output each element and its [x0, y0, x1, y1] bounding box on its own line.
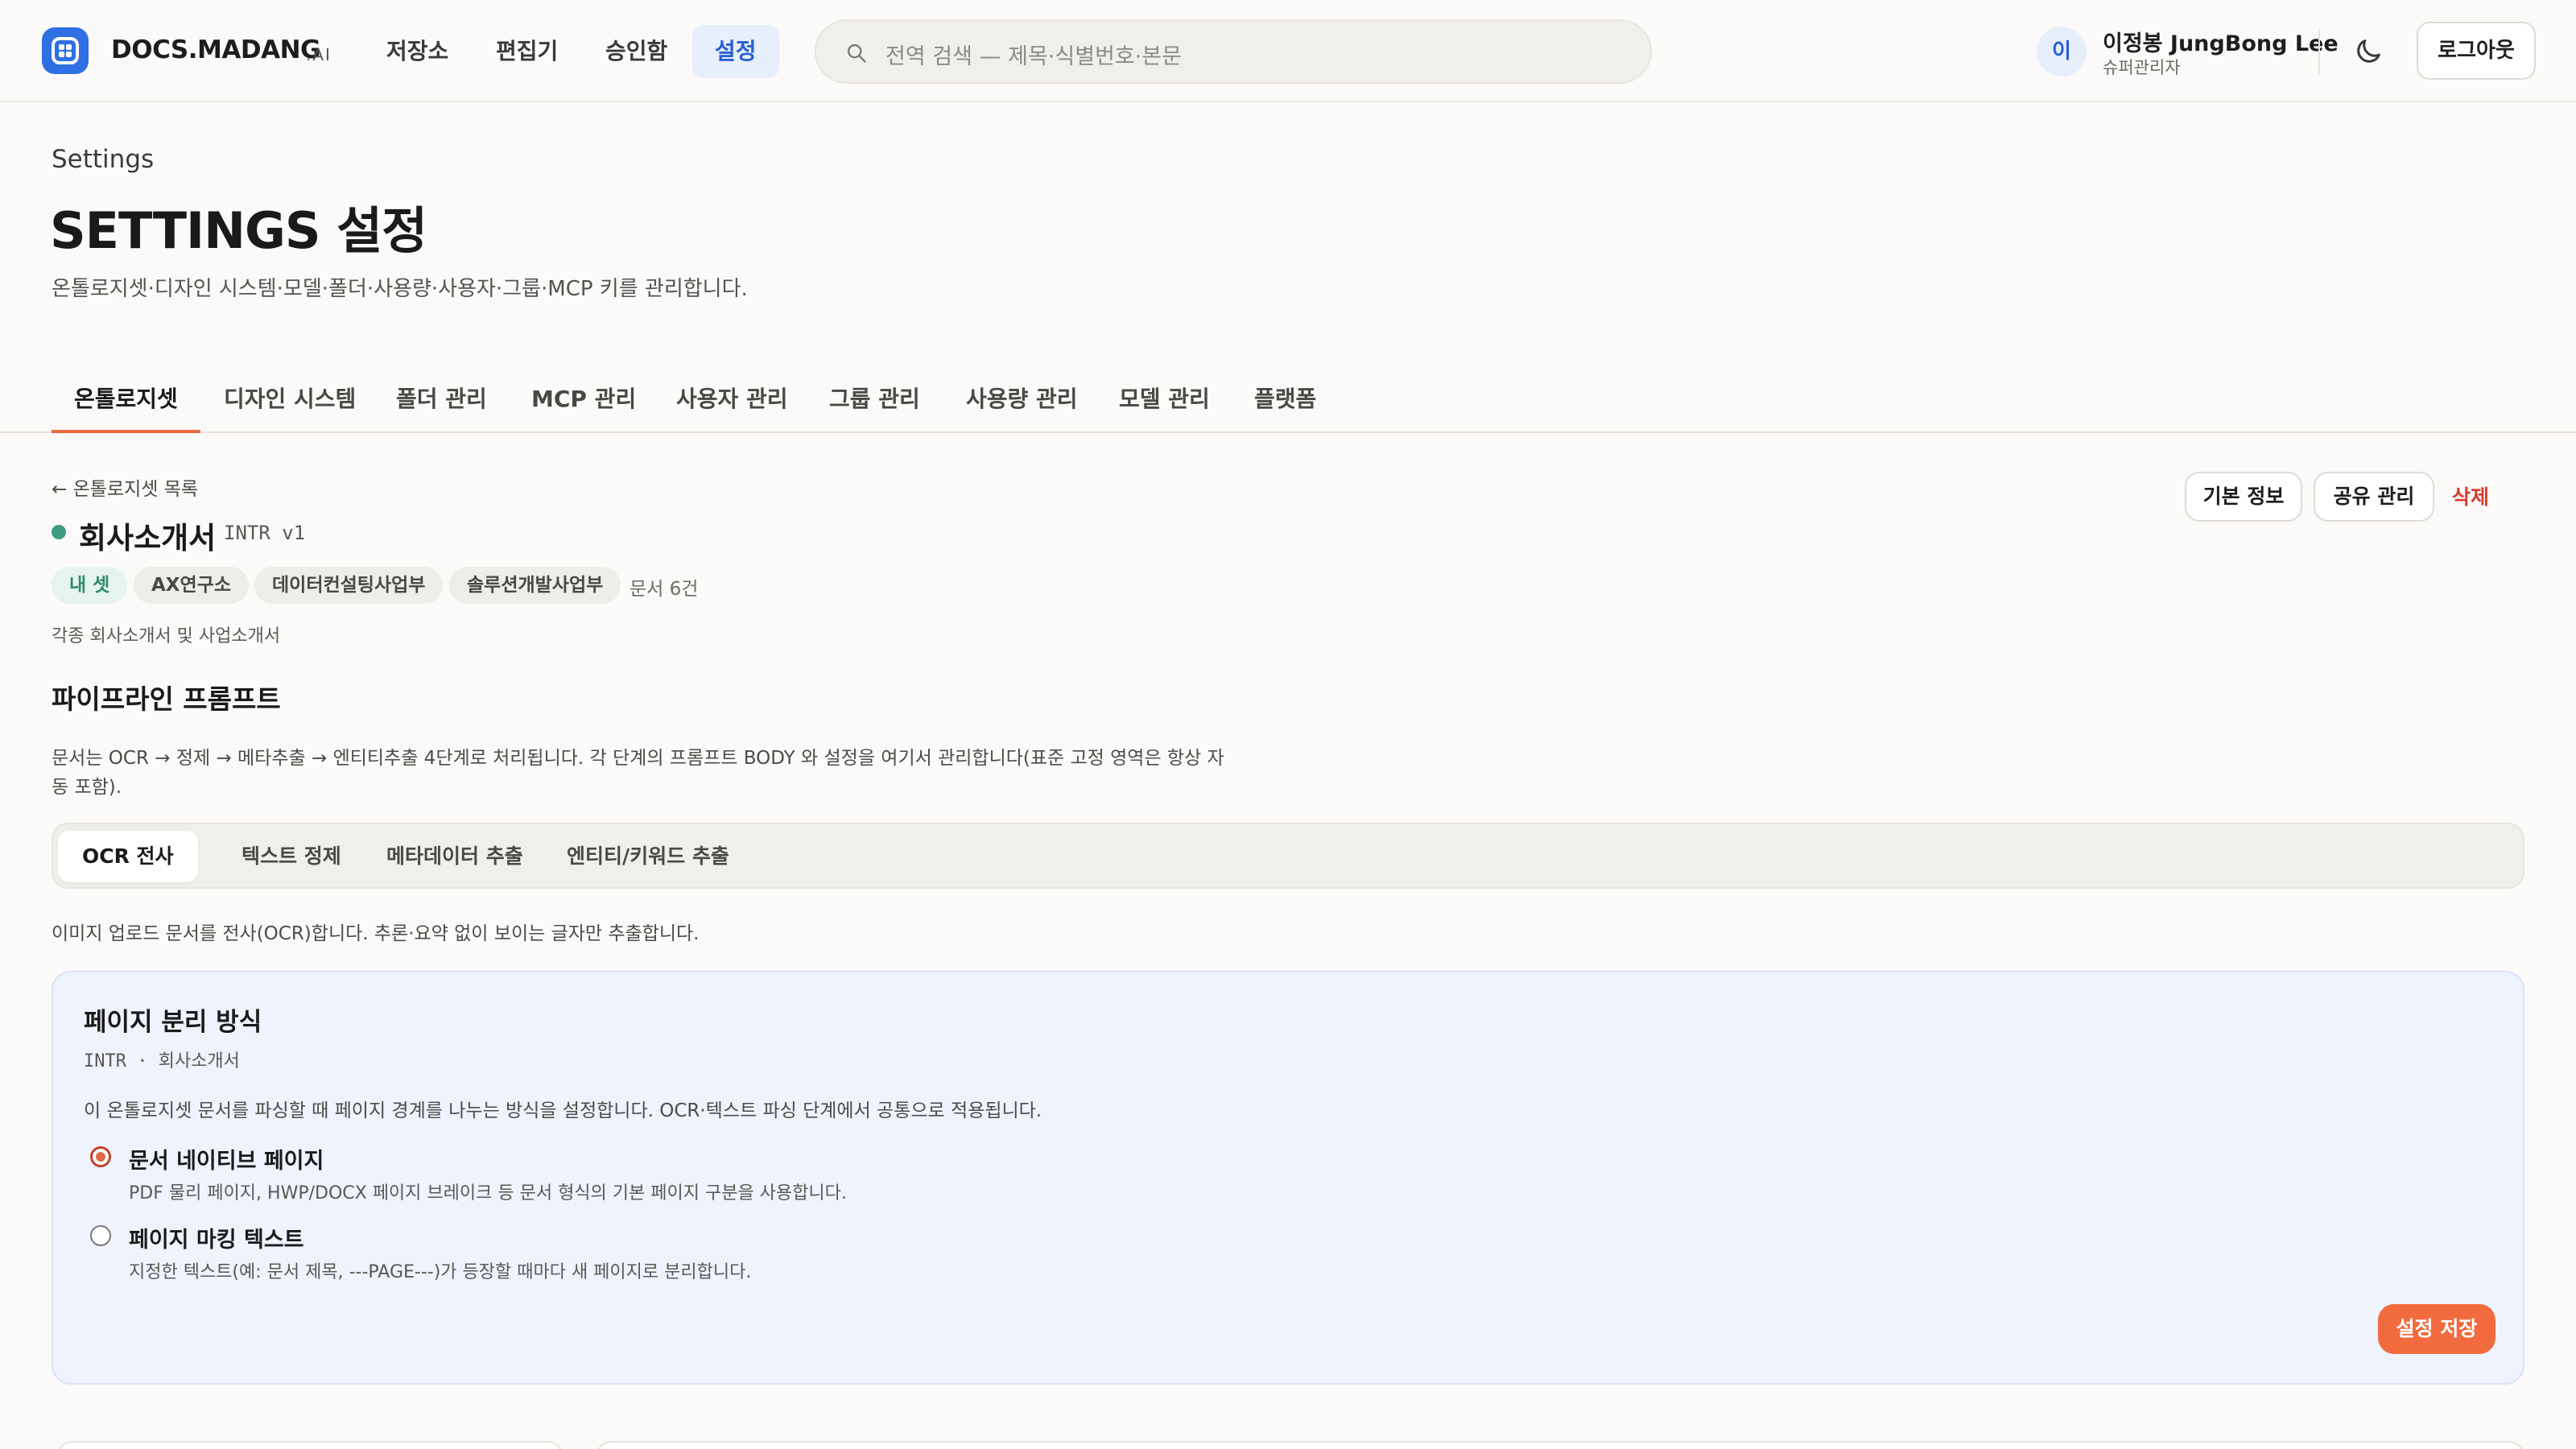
- stage-tab-entity[interactable]: 엔티티/키워드 추출: [543, 831, 753, 882]
- panel-description: 이 온톨로지셋 문서를 파싱할 때 페이지 경계를 나누는 방식을 설정합니다.…: [84, 1100, 1042, 1121]
- ontology-code: INTR v1: [224, 522, 306, 544]
- logout-button[interactable]: 로그아웃: [2417, 22, 2536, 80]
- moon-icon[interactable]: [2352, 35, 2384, 68]
- page-description: 온톨로지셋·디자인 시스템·모델·폴더·사용량·사용자·그룹·MCP 키를 관리…: [52, 277, 748, 301]
- stage-description: 이미지 업로드 문서를 전사(OCR)합니다. 추론·요약 없이 보이는 글자만…: [52, 923, 700, 944]
- status-dot: [52, 525, 66, 539]
- search-input[interactable]: 전역 검색 — 제목·식별번호·본문: [815, 19, 1652, 84]
- option-label[interactable]: 페이지 마킹 텍스트: [129, 1222, 304, 1253]
- avatar[interactable]: 이: [2037, 27, 2087, 76]
- option-description: PDF 물리 페이지, HWP/DOCX 페이지 브레이크 등 문서 형식의 기…: [129, 1183, 847, 1203]
- tab-ontology[interactable]: 온톨로지셋: [52, 382, 200, 433]
- pipeline-stage-tabs: OCR 전사 텍스트 정제 메타데이터 추출 엔티티/키워드 추출: [52, 823, 2524, 889]
- nav-settings[interactable]: 설정: [692, 25, 779, 78]
- chip-group: 데이터컨설팅사업부: [254, 567, 444, 604]
- back-link[interactable]: ← 온톨로지셋 목록: [52, 473, 198, 501]
- chip-group: 솔루션개발사업부: [449, 567, 621, 604]
- panel-title: 페이지 분리 방식: [84, 1008, 262, 1037]
- brand-suffix: .AI: [306, 45, 332, 64]
- tab-users[interactable]: 사용자 관리: [654, 382, 811, 433]
- document-count: 문서 6건: [630, 579, 699, 600]
- option-label[interactable]: 문서 네이티브 페이지: [129, 1143, 324, 1174]
- search-icon: [847, 43, 866, 63]
- user-name: 이정봉 JungBong Lee: [2103, 31, 2339, 56]
- card: [596, 1441, 2524, 1449]
- brand-name[interactable]: DOCS.MADANG: [111, 35, 320, 64]
- tab-mcp[interactable]: MCP 관리: [509, 382, 658, 433]
- tab-usage[interactable]: 사용량 관리: [943, 382, 1100, 433]
- delete-button[interactable]: 삭제: [2452, 481, 2489, 510]
- pipeline-title: 파이프라인 프롬프트: [52, 683, 281, 715]
- save-settings-button[interactable]: 설정 저장: [2378, 1304, 2496, 1354]
- share-manage-button[interactable]: 공유 관리: [2314, 472, 2434, 522]
- tab-models[interactable]: 모델 관리: [1096, 382, 1232, 433]
- stage-tab-ocr[interactable]: OCR 전사: [58, 831, 198, 882]
- chip-mine: 내 셋: [52, 567, 128, 604]
- radio-native-page[interactable]: [90, 1146, 111, 1167]
- stage-tab-cleanup[interactable]: 텍스트 정제: [217, 831, 365, 882]
- radio-marker-text[interactable]: [90, 1225, 111, 1246]
- settings-tabs: 온톨로지셋 디자인 시스템 폴더 관리 MCP 관리 사용자 관리 그룹 관리 …: [0, 372, 2576, 433]
- nav-repository[interactable]: 저장소: [364, 25, 471, 78]
- page-eyebrow: Settings: [52, 145, 155, 174]
- ontology-description: 각종 회사소개서 및 사업소개서: [52, 626, 281, 646]
- tab-groups[interactable]: 그룹 관리: [807, 382, 943, 433]
- nav-editor[interactable]: 편집기: [473, 25, 580, 78]
- tab-folders[interactable]: 폴더 관리: [374, 382, 510, 433]
- page-title: SETTINGS 설정: [50, 201, 427, 260]
- nav-approvals[interactable]: 승인함: [583, 25, 690, 78]
- search-placeholder: 전역 검색 — 제목·식별번호·본문: [886, 44, 1182, 69]
- stage-tab-metadata[interactable]: 메타데이터 추출: [362, 831, 547, 882]
- pipeline-description: 문서는 OCR → 정제 → 메타추출 → 엔티티추출 4단계로 처리됩니다. …: [52, 748, 1224, 798]
- logo-icon[interactable]: [42, 27, 89, 74]
- top-bar: DOCS.MADANG .AI 저장소 편집기 승인함 설정 전역 검색 — 제…: [0, 0, 2576, 102]
- user-role: 슈퍼관리자: [2103, 58, 2181, 77]
- panel-subtitle: INTR · 회사소개서: [84, 1051, 240, 1071]
- card: [56, 1441, 564, 1449]
- option-description: 지정한 텍스트(예: 문서 제목, ---PAGE---)가 등장할 때마다 새…: [129, 1262, 752, 1282]
- chip-group: AX연구소: [134, 567, 250, 604]
- divider: [2318, 29, 2320, 74]
- basic-info-button[interactable]: 기본 정보: [2185, 472, 2302, 522]
- page-split-panel: 페이지 분리 방식 INTR · 회사소개서 이 온톨로지셋 문서를 파싱할 때…: [52, 971, 2524, 1385]
- ontology-name: 회사소개서: [79, 521, 217, 555]
- tab-platform[interactable]: 플랫폼: [1232, 382, 1339, 433]
- tab-design-system[interactable]: 디자인 시스템: [201, 382, 378, 433]
